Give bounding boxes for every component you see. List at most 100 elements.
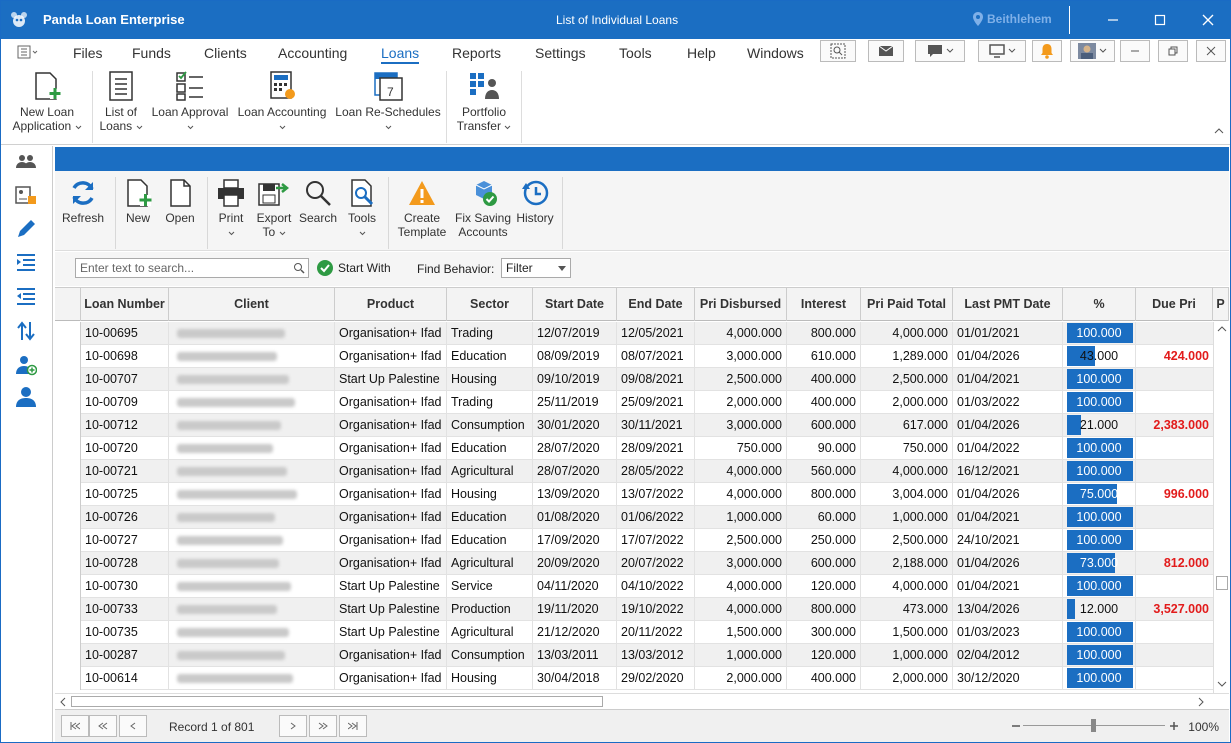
cell-start[interactable]: 20/09/2020	[533, 552, 617, 574]
cell-start[interactable]: 13/03/2011	[533, 644, 617, 666]
menu-accounting[interactable]: Accounting	[278, 45, 347, 61]
cell-sector[interactable]: Education	[447, 529, 533, 551]
cell-disb[interactable]: 3,000.000	[695, 414, 787, 436]
cell-percent[interactable]: 100.000	[1063, 322, 1136, 344]
prev-record-button[interactable]	[119, 715, 147, 737]
cell-start[interactable]: 28/07/2020	[533, 460, 617, 482]
cell-client-redacted[interactable]	[169, 644, 335, 666]
cell-end[interactable]: 12/05/2021	[617, 322, 695, 344]
cell-due-pri[interactable]	[1136, 322, 1213, 344]
first-record-button[interactable]	[61, 715, 89, 737]
cell-client-redacted[interactable]	[169, 345, 335, 367]
cell-disb[interactable]: 4,000.000	[695, 322, 787, 344]
cell-int[interactable]: 400.000	[787, 368, 861, 390]
cell-paid[interactable]: 4,000.000	[861, 322, 953, 344]
user-nav-icon[interactable]	[15, 386, 37, 408]
cell-disb[interactable]: 4,000.000	[695, 460, 787, 482]
table-row[interactable]: 10-00730 Start Up Palestine Service 04/11/2…	[55, 575, 1215, 598]
cell-num[interactable]: 10-00725	[81, 483, 169, 505]
cell-last[interactable]: 01/04/2026	[953, 483, 1063, 505]
cell-start[interactable]: 25/11/2019	[533, 391, 617, 413]
tools-button[interactable]: Tools	[343, 179, 381, 239]
cell-product[interactable]: Organisation+ Ifad	[335, 667, 447, 689]
cell-paid[interactable]: 3,004.000	[861, 483, 953, 505]
cell-product[interactable]: Organisation+ Ifad	[335, 552, 447, 574]
scroll-right-icon[interactable]	[1197, 697, 1205, 707]
cell-paid[interactable]: 2,000.000	[861, 391, 953, 413]
clients-nav-icon[interactable]	[15, 152, 37, 174]
cell-client-redacted[interactable]	[169, 667, 335, 689]
cell-disb[interactable]: 4,000.000	[695, 575, 787, 597]
row-selector[interactable]	[55, 598, 81, 621]
cell-product[interactable]: Start Up Palestine	[335, 368, 447, 390]
cell-start[interactable]: 13/09/2020	[533, 483, 617, 505]
next-page-button[interactable]	[309, 715, 337, 737]
cell-sector[interactable]: Education	[447, 345, 533, 367]
scroll-left-icon[interactable]	[59, 697, 67, 707]
row-selector[interactable]	[55, 621, 81, 644]
cell-int[interactable]: 800.000	[787, 483, 861, 505]
cell-paid[interactable]: 473.000	[861, 598, 953, 620]
cell-product[interactable]: Organisation+ Ifad	[335, 437, 447, 459]
cell-paid[interactable]: 4,000.000	[861, 575, 953, 597]
cell-int[interactable]: 600.000	[787, 414, 861, 436]
cell-num[interactable]: 10-00712	[81, 414, 169, 436]
cell-client-redacted[interactable]	[169, 368, 335, 390]
col-start-date[interactable]: Start Date	[533, 288, 617, 321]
cell-product[interactable]: Organisation+ Ifad	[335, 506, 447, 528]
col-percent[interactable]: %	[1063, 288, 1136, 321]
cell-start[interactable]: 30/01/2020	[533, 414, 617, 436]
cell-due-pri[interactable]: 424.000	[1136, 345, 1213, 367]
cell-start[interactable]: 04/11/2020	[533, 575, 617, 597]
row-selector[interactable]	[55, 506, 81, 529]
table-row[interactable]: 10-00720 Organisation+ Ifad Education 28/07…	[55, 437, 1215, 460]
table-row[interactable]: 10-00698 Organisation+ Ifad Education 08/09…	[55, 345, 1215, 368]
edit-nav-icon[interactable]	[15, 218, 37, 240]
cell-client-redacted[interactable]	[169, 598, 335, 620]
cell-product[interactable]: Organisation+ Ifad	[335, 322, 447, 344]
chat-button[interactable]	[915, 40, 965, 62]
cell-due-pri[interactable]: 996.000	[1136, 483, 1213, 505]
col-product[interactable]: Product	[335, 288, 447, 321]
cell-start[interactable]: 01/08/2020	[533, 506, 617, 528]
minimize-button[interactable]	[1098, 7, 1128, 33]
cell-due-pri[interactable]	[1136, 391, 1213, 413]
cell-percent[interactable]: 100.000	[1063, 368, 1136, 390]
scroll-thumb[interactable]	[1216, 576, 1228, 590]
zoom-slider-thumb[interactable]	[1091, 719, 1096, 732]
cell-client-redacted[interactable]	[169, 552, 335, 574]
loan-reschedules-button[interactable]: 7 Loan Re-Schedules	[334, 71, 442, 133]
hscroll-thumb[interactable]	[71, 696, 603, 707]
cell-end[interactable]: 20/11/2022	[617, 621, 695, 643]
cell-int[interactable]: 120.000	[787, 644, 861, 666]
cell-last[interactable]: 01/03/2023	[953, 621, 1063, 643]
zoom-out-icon[interactable]	[1011, 721, 1021, 731]
cell-int[interactable]: 60.000	[787, 506, 861, 528]
cell-int[interactable]: 300.000	[787, 621, 861, 643]
cell-paid[interactable]: 1,500.000	[861, 621, 953, 643]
cell-num[interactable]: 10-00730	[81, 575, 169, 597]
cell-percent[interactable]: 73.000	[1063, 552, 1136, 574]
cell-percent[interactable]: 12.000	[1063, 598, 1136, 620]
scroll-up-icon[interactable]	[1217, 325, 1227, 333]
location-indicator[interactable]: Beithlehem	[973, 12, 1052, 26]
cell-last[interactable]: 16/12/2021	[953, 460, 1063, 482]
last-record-button[interactable]	[339, 715, 367, 737]
cell-due-pri[interactable]	[1136, 506, 1213, 528]
maximize-button[interactable]	[1145, 7, 1175, 33]
cell-num[interactable]: 10-00709	[81, 391, 169, 413]
cell-percent[interactable]: 43.000	[1063, 345, 1136, 367]
cell-num[interactable]: 10-00707	[81, 368, 169, 390]
cell-paid[interactable]: 1,000.000	[861, 644, 953, 666]
cell-end[interactable]: 28/09/2021	[617, 437, 695, 459]
row-selector[interactable]	[55, 552, 81, 575]
cell-last[interactable]: 01/04/2026	[953, 345, 1063, 367]
cell-sector[interactable]: Education	[447, 437, 533, 459]
cell-due-pri[interactable]	[1136, 368, 1213, 390]
fix-saving-accounts-button[interactable]: Fix Saving Accounts	[453, 179, 513, 239]
cell-end[interactable]: 01/06/2022	[617, 506, 695, 528]
cell-sector[interactable]: Housing	[447, 368, 533, 390]
outdent-list-nav-icon[interactable]	[15, 286, 37, 308]
collapse-ribbon-icon[interactable]	[1214, 127, 1224, 135]
cell-client-redacted[interactable]	[169, 483, 335, 505]
